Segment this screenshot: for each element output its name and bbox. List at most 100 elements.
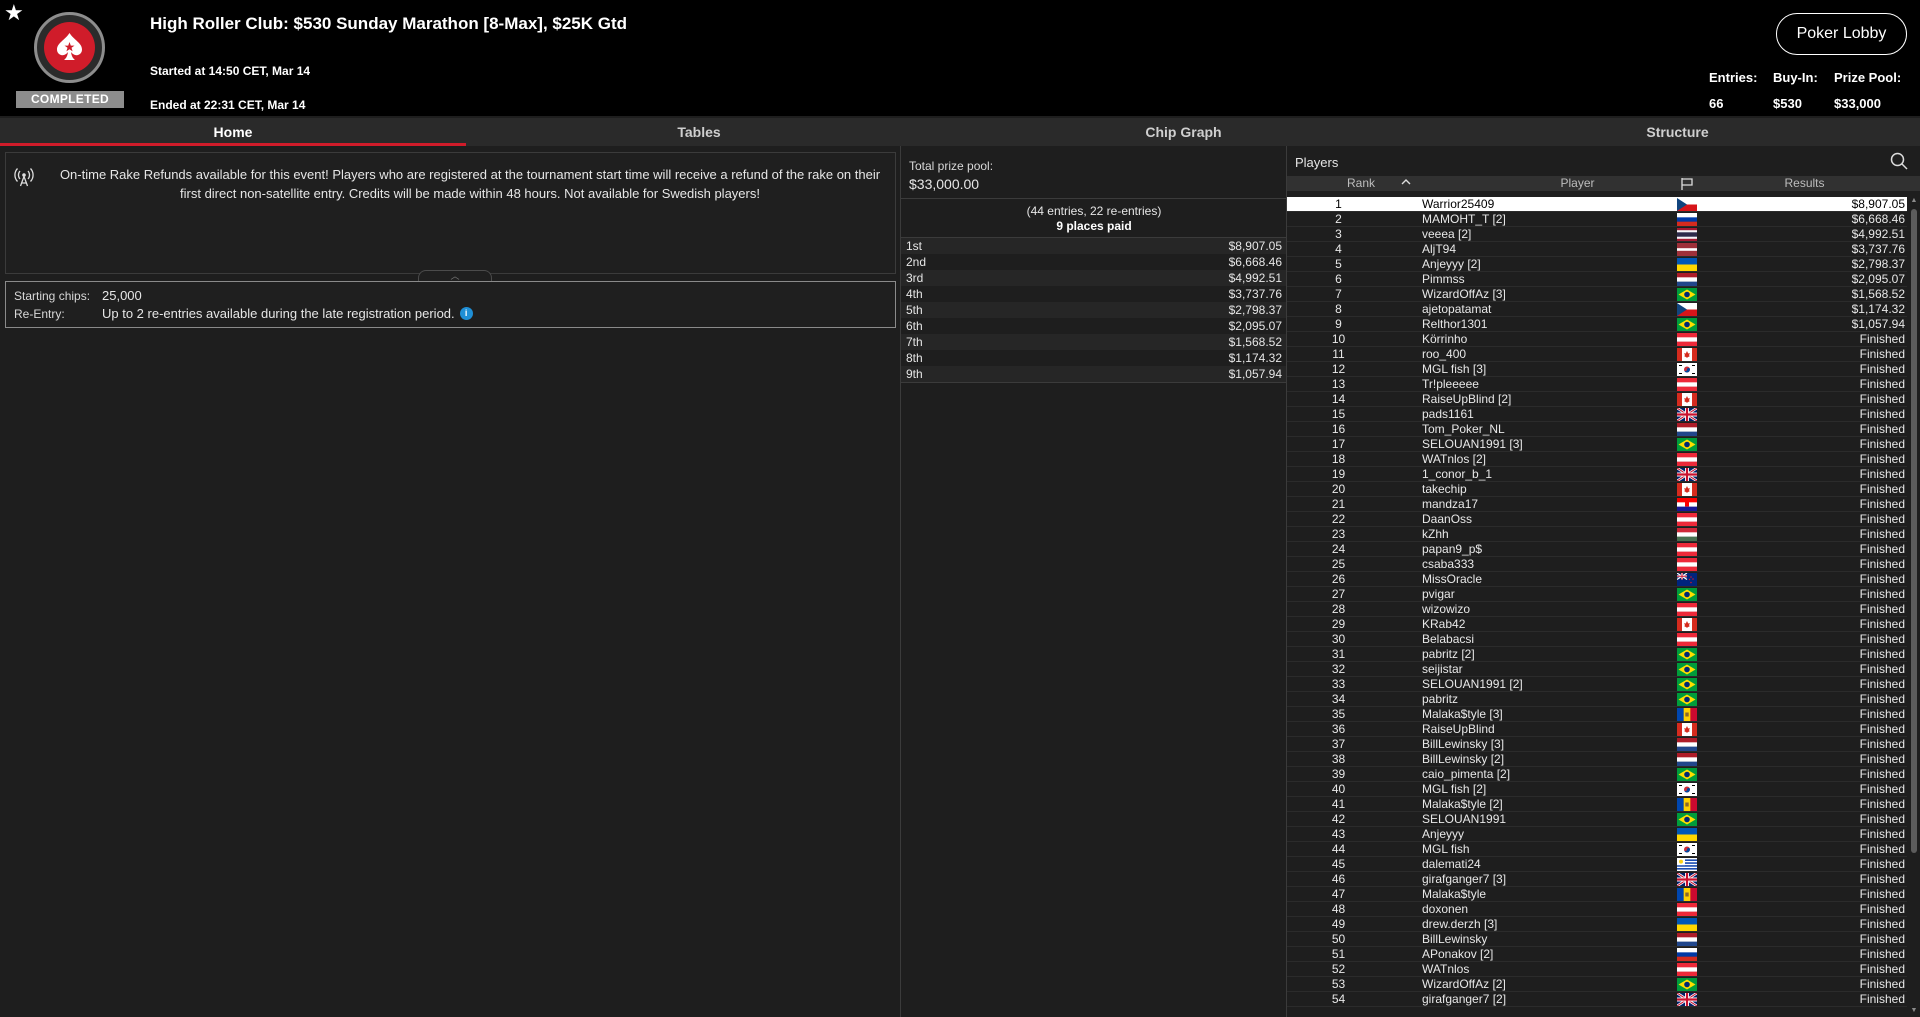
- scroll-down-arrow-icon[interactable]: ▼: [1910, 1007, 1918, 1015]
- tab-structure[interactable]: Structure: [1435, 118, 1920, 146]
- player-row[interactable]: 3 veeea [2] $4,992.51: [1287, 227, 1907, 242]
- player-row[interactable]: 33 SELOUAN1991 [2] Finished: [1287, 677, 1907, 692]
- player-rank: 52: [1331, 962, 1346, 976]
- country-flag-column-icon[interactable]: [1672, 176, 1702, 191]
- payout-row: 2nd $6,668.46: [901, 254, 1287, 270]
- player-row[interactable]: 12 MGL fish [3] Finished: [1287, 362, 1907, 377]
- country-flag-br-icon: [1677, 813, 1697, 826]
- player-row[interactable]: 52 WATnlos Finished: [1287, 962, 1907, 977]
- starting-chips-row: Starting chips: 25,000: [14, 288, 142, 303]
- player-row[interactable]: 43 Anjeyyy Finished: [1287, 827, 1907, 842]
- tab-tables[interactable]: Tables: [466, 118, 932, 146]
- player-result: Finished: [1859, 512, 1905, 526]
- player-row[interactable]: 26 MissOracle Finished: [1287, 572, 1907, 587]
- players-scrollbar[interactable]: ▲ ▼: [1909, 197, 1919, 1017]
- player-rank: 53: [1331, 977, 1346, 991]
- player-row[interactable]: 51 APonakov [2] Finished: [1287, 947, 1907, 962]
- player-row[interactable]: 47 Malaka$tyle Finished: [1287, 887, 1907, 902]
- player-row[interactable]: 40 MGL fish [2] Finished: [1287, 782, 1907, 797]
- player-row[interactable]: 8 ajetopatamat $1,174.32: [1287, 302, 1907, 317]
- player-name: RaiseUpBlind [2]: [1422, 392, 1512, 406]
- player-row[interactable]: 49 drew.derzh [3] Finished: [1287, 917, 1907, 932]
- player-row[interactable]: 54 girafganger7 [2] Finished: [1287, 992, 1907, 1007]
- player-row[interactable]: 17 SELOUAN1991 [3] Finished: [1287, 437, 1907, 452]
- tab-chip-graph[interactable]: Chip Graph: [932, 118, 1435, 146]
- player-row[interactable]: 35 Malaka$tyle [3] Finished: [1287, 707, 1907, 722]
- player-row[interactable]: 20 takechip Finished: [1287, 482, 1907, 497]
- player-row[interactable]: 9 Relthor1301 $1,057.94: [1287, 317, 1907, 332]
- player-row[interactable]: 29 KRab42 Finished: [1287, 617, 1907, 632]
- player-row[interactable]: 19 1_conor_b_1 Finished: [1287, 467, 1907, 482]
- player-row[interactable]: 48 doxonen Finished: [1287, 902, 1907, 917]
- scrollbar-thumb[interactable]: [1911, 209, 1917, 853]
- player-row[interactable]: 4 AljT94 $3,737.76: [1287, 242, 1907, 257]
- player-row[interactable]: 18 WATnlos [2] Finished: [1287, 452, 1907, 467]
- results-column-header[interactable]: Results: [1702, 176, 1907, 191]
- player-row[interactable]: 2 MAMOHT_T [2] $6,668.46: [1287, 212, 1907, 227]
- player-row[interactable]: 46 girafganger7 [3] Finished: [1287, 872, 1907, 887]
- country-flag-br-icon: [1677, 438, 1697, 451]
- player-row[interactable]: 42 SELOUAN1991 Finished: [1287, 812, 1907, 827]
- player-row[interactable]: 22 DaanOss Finished: [1287, 512, 1907, 527]
- player-result: Finished: [1859, 812, 1905, 826]
- info-icon[interactable]: i: [459, 307, 473, 320]
- search-icon[interactable]: [1890, 152, 1908, 170]
- player-row[interactable]: 25 csaba333 Finished: [1287, 557, 1907, 572]
- country-flag-cz-icon: [1677, 303, 1697, 316]
- sort-ascending-icon[interactable]: [1399, 176, 1413, 191]
- player-rank: 4: [1335, 242, 1342, 256]
- tab-home[interactable]: Home: [0, 118, 466, 146]
- country-flag-at-icon: [1677, 633, 1697, 646]
- player-name: MGL fish: [1422, 842, 1470, 856]
- player-row[interactable]: 11 roo_400 Finished: [1287, 347, 1907, 362]
- player-row[interactable]: 23 kZhh Finished: [1287, 527, 1907, 542]
- country-flag-at-icon: [1677, 603, 1697, 616]
- poker-lobby-button[interactable]: Poker Lobby: [1776, 13, 1907, 55]
- collapse-notice-button[interactable]: ︿: [418, 270, 492, 281]
- player-row[interactable]: 38 BillLewinsky [2] Finished: [1287, 752, 1907, 767]
- player-row[interactable]: 13 Tr!pleeeee Finished: [1287, 377, 1907, 392]
- player-result: Finished: [1859, 977, 1905, 991]
- player-row[interactable]: 34 pabritz Finished: [1287, 692, 1907, 707]
- player-row[interactable]: 21 mandza17 Finished: [1287, 497, 1907, 512]
- player-row[interactable]: 28 wizowizo Finished: [1287, 602, 1907, 617]
- player-row[interactable]: 53 WizardOffAz [2] Finished: [1287, 977, 1907, 992]
- player-rank: 18: [1331, 452, 1346, 466]
- player-name: APonakov [2]: [1422, 947, 1494, 961]
- payout-row: 3rd $4,992.51: [901, 270, 1287, 286]
- player-row[interactable]: 24 papan9_p$ Finished: [1287, 542, 1907, 557]
- player-row[interactable]: 30 Belabacsi Finished: [1287, 632, 1907, 647]
- player-row[interactable]: 10 Körrinho Finished: [1287, 332, 1907, 347]
- buyin-label: Buy-In:: [1773, 70, 1818, 85]
- player-row[interactable]: 41 Malaka$tyle [2] Finished: [1287, 797, 1907, 812]
- country-flag-br-icon: [1677, 768, 1697, 781]
- player-row[interactable]: 36 RaiseUpBlind Finished: [1287, 722, 1907, 737]
- player-result: Finished: [1859, 827, 1905, 841]
- player-row[interactable]: 7 WizardOffAz [3] $1,568.52: [1287, 287, 1907, 302]
- player-row[interactable]: 50 BillLewinsky Finished: [1287, 932, 1907, 947]
- favorite-star-icon[interactable]: ★: [4, 2, 24, 24]
- player-row[interactable]: 45 dalemati24 Finished: [1287, 857, 1907, 872]
- player-rank: 16: [1331, 422, 1346, 436]
- player-row[interactable]: 15 pads1161 Finished: [1287, 407, 1907, 422]
- player-row[interactable]: 27 pvigar Finished: [1287, 587, 1907, 602]
- pokerstars-logo: [34, 12, 105, 83]
- player-row[interactable]: 39 caio_pimenta [2] Finished: [1287, 767, 1907, 782]
- player-row[interactable]: 5 Anjeyyy [2] $2,798.37: [1287, 257, 1907, 272]
- player-rank: 2: [1335, 212, 1342, 226]
- payout-place: 3rd: [906, 271, 924, 285]
- player-row[interactable]: 37 BillLewinsky [3] Finished: [1287, 737, 1907, 752]
- player-result: Finished: [1859, 332, 1905, 346]
- player-row[interactable]: 14 RaiseUpBlind [2] Finished: [1287, 392, 1907, 407]
- player-row[interactable]: 32 seijistar Finished: [1287, 662, 1907, 677]
- player-row[interactable]: 44 MGL fish Finished: [1287, 842, 1907, 857]
- country-flag-gb-icon: [1677, 408, 1697, 421]
- player-result: Finished: [1859, 797, 1905, 811]
- scroll-up-arrow-icon[interactable]: ▲: [1910, 197, 1918, 205]
- player-result: Finished: [1859, 527, 1905, 541]
- player-row[interactable]: 31 pabritz [2] Finished: [1287, 647, 1907, 662]
- country-flag-br-icon: [1677, 288, 1697, 301]
- player-row[interactable]: 6 Pimmss $2,095.07: [1287, 272, 1907, 287]
- player-row[interactable]: 16 Tom_Poker_NL Finished: [1287, 422, 1907, 437]
- player-row[interactable]: 1 Warrior25409 $8,907.05: [1287, 197, 1907, 212]
